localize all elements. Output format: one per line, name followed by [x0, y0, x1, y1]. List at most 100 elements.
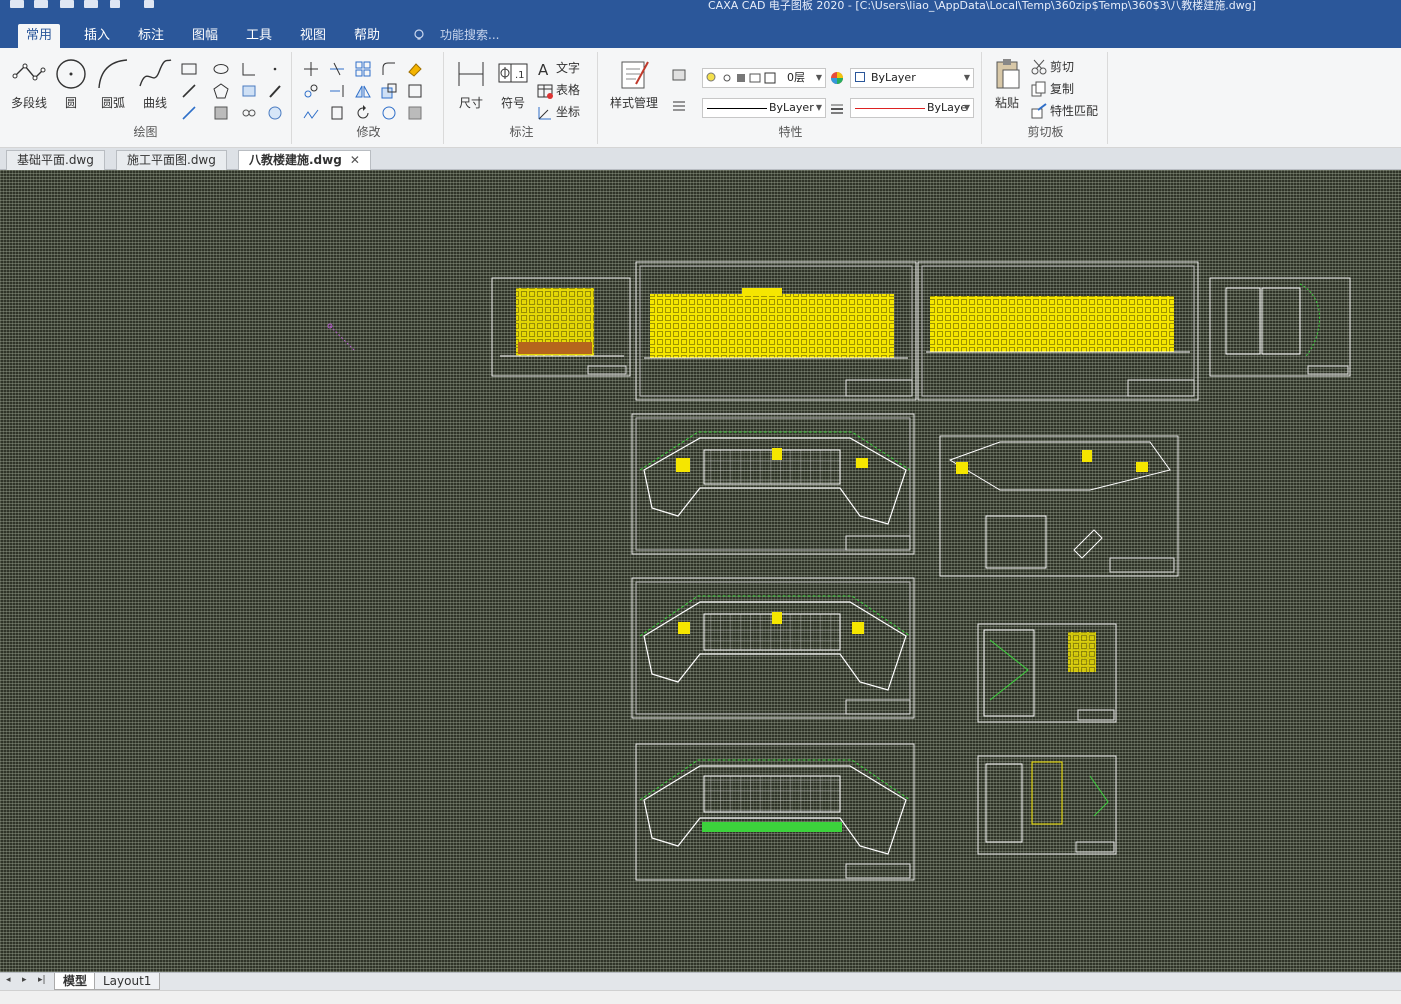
modify-group: 修改	[294, 52, 444, 144]
pen-icon[interactable]	[266, 82, 284, 100]
color-wheel-icon[interactable]	[828, 69, 846, 87]
dimension-button[interactable]: 尺寸	[448, 56, 494, 116]
print-preview-icon[interactable]	[84, 0, 98, 8]
sheet-floor-plan-1[interactable]	[631, 413, 915, 555]
arc-label: 圆弧	[100, 96, 125, 110]
scale-icon[interactable]	[380, 82, 398, 100]
coordinate-icon[interactable]	[536, 104, 554, 122]
cut-label[interactable]: 剪切	[1050, 59, 1074, 75]
corner-icon[interactable]	[240, 60, 258, 78]
symbol-button[interactable]: .1 符号	[490, 56, 536, 116]
sheet-elevation-north[interactable]	[917, 261, 1199, 401]
region-icon[interactable]	[266, 104, 284, 122]
mirror-icon[interactable]	[354, 82, 372, 100]
circle-button[interactable]: 圆	[48, 56, 94, 116]
arc-button[interactable]: 圆弧	[90, 56, 136, 116]
scissors-icon[interactable]	[1030, 58, 1048, 76]
tab-annotate[interactable]: 标注	[130, 24, 172, 48]
tab-help[interactable]: 帮助	[346, 24, 388, 48]
table-icon[interactable]	[536, 82, 554, 100]
rotate-icon[interactable]	[354, 104, 372, 122]
text-icon[interactable]: A	[536, 60, 554, 78]
tab-tools[interactable]: 工具	[238, 24, 280, 48]
fillet-icon[interactable]	[380, 60, 398, 78]
sheet-stair-detail-2[interactable]	[977, 755, 1117, 855]
color-combo[interactable]: ByLayer ▼	[850, 68, 974, 88]
copy-label[interactable]: 复制	[1050, 81, 1074, 97]
drawing-sheets	[327, 261, 1351, 881]
explode-icon[interactable]	[328, 104, 346, 122]
sheet-elevation-south[interactable]	[635, 261, 917, 401]
offset-icon[interactable]	[406, 82, 424, 100]
function-search-input[interactable]: 功能搜索...	[440, 27, 499, 43]
block-icon[interactable]	[212, 104, 230, 122]
trim-icon[interactable]	[328, 60, 346, 78]
close-tab-icon[interactable]: ✕	[350, 153, 360, 167]
extend-icon[interactable]	[328, 82, 346, 100]
match-properties-label[interactable]: 特性匹配	[1050, 103, 1098, 119]
move-icon[interactable]	[302, 60, 320, 78]
style-manager-button[interactable]: 样式管理	[604, 56, 664, 116]
erase-icon[interactable]	[406, 60, 424, 78]
clipboard-group: 粘贴 剪切 复制 特性匹配 剪切板	[984, 52, 1108, 144]
ellipse-icon[interactable]	[212, 60, 230, 78]
text-label[interactable]: 文字	[556, 60, 580, 76]
lineweight-icon[interactable]	[828, 99, 846, 117]
last-layout-icon[interactable]: ▸|	[38, 975, 46, 985]
sheet-floor-plan-3[interactable]	[635, 743, 915, 881]
tab-layout1[interactable]: Layout1	[94, 973, 161, 990]
sheet-site-plan[interactable]	[939, 435, 1179, 577]
match-properties-icon[interactable]	[1030, 102, 1048, 120]
stretch-icon[interactable]	[302, 104, 320, 122]
first-layout-icon[interactable]: ◂	[6, 975, 11, 985]
line-icon[interactable]	[180, 82, 198, 100]
polygon-icon[interactable]	[212, 82, 230, 100]
lineweight-combo[interactable]: ByLaye ▼	[850, 98, 974, 118]
document-tab[interactable]: 基础平面.dwg	[6, 150, 105, 170]
document-tab[interactable]: 施工平面图.dwg	[116, 150, 227, 170]
align-icon[interactable]	[406, 104, 424, 122]
clipboard-group-label: 剪切板	[1027, 125, 1064, 139]
document-tab-active[interactable]: 八教楼建施.dwg ✕	[238, 150, 371, 170]
tab-insert[interactable]: 插入	[76, 24, 118, 48]
dimension-label: 尺寸	[458, 96, 483, 110]
line-style-icon[interactable]	[670, 96, 688, 114]
redo-icon[interactable]	[144, 0, 154, 8]
polyline-button[interactable]: 多段线	[6, 56, 52, 116]
sheet-elevation-west[interactable]	[491, 277, 631, 377]
next-layout-icon[interactable]: ▸	[22, 975, 27, 985]
array-icon[interactable]	[354, 60, 372, 78]
linetype-combo[interactable]: ByLayer ▼	[702, 98, 826, 118]
table-label[interactable]: 表格	[556, 82, 580, 98]
paste-button[interactable]: 粘贴	[986, 56, 1028, 116]
undo-icon[interactable]	[110, 0, 120, 8]
copy-object-icon[interactable]	[302, 82, 320, 100]
curve-button[interactable]: 曲线	[132, 56, 178, 116]
ray-line-icon[interactable]	[180, 104, 198, 122]
break-icon[interactable]	[380, 104, 398, 122]
color-swatch	[855, 72, 865, 82]
copy-icon[interactable]	[1030, 80, 1048, 98]
svg-text:A: A	[538, 61, 549, 78]
save-icon[interactable]	[10, 0, 24, 8]
sheet-floor-plan-2[interactable]	[631, 577, 915, 719]
lineweight-preview	[855, 108, 925, 109]
tab-common[interactable]: 常用	[18, 24, 61, 48]
drawing-canvas[interactable]	[0, 170, 1401, 972]
tab-view[interactable]: 视图	[292, 24, 334, 48]
lightbulb-search-icon[interactable]	[412, 28, 426, 42]
hatch-icon[interactable]	[240, 82, 258, 100]
point-icon[interactable]	[266, 60, 284, 78]
coordinate-label[interactable]: 坐标	[556, 104, 580, 120]
document-tab-label: 八教楼建施.dwg	[249, 153, 342, 167]
layer-combo[interactable]: 0层 ▼	[702, 68, 826, 88]
sheet-stair-detail-1[interactable]	[977, 623, 1117, 723]
rectangle-icon[interactable]	[180, 60, 198, 78]
layer-settings-icon[interactable]	[670, 66, 688, 84]
centerline-icon[interactable]	[240, 104, 258, 122]
sheet-elevation-east[interactable]	[1209, 277, 1351, 377]
tab-sheet[interactable]: 图幅	[184, 24, 226, 48]
tab-model[interactable]: 模型	[54, 973, 97, 990]
save-as-icon[interactable]	[34, 0, 48, 8]
print-icon[interactable]	[60, 0, 74, 8]
